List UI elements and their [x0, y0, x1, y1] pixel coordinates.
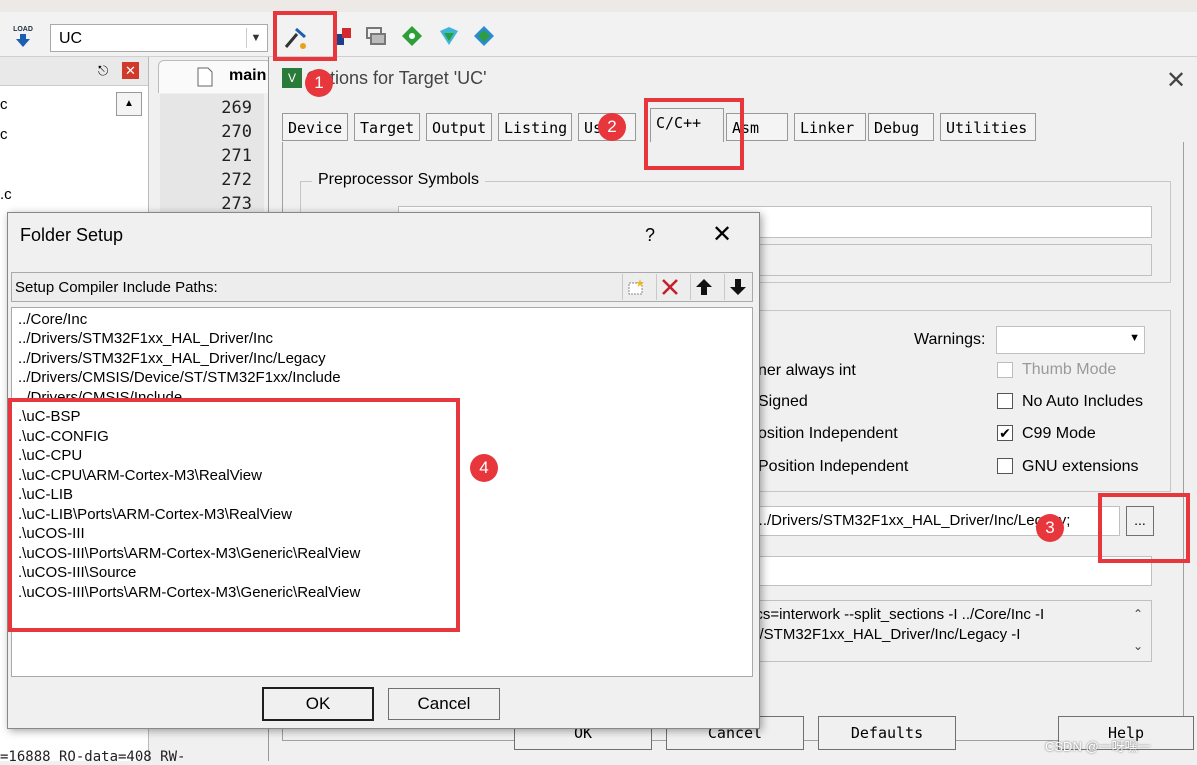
- project-item[interactable]: c: [0, 126, 8, 143]
- project-item[interactable]: c: [0, 96, 8, 113]
- compiler-control-string: pcs=interwork --split_sections -I ../Cor…: [742, 600, 1152, 662]
- target-select-value: UC: [59, 30, 83, 47]
- chevron-down-icon[interactable]: ▼: [246, 28, 265, 48]
- c99-mode-label: C99 Mode: [1022, 425, 1096, 442]
- file-extensions-icon[interactable]: [364, 24, 388, 48]
- annotation-badge-1: 1: [305, 69, 333, 97]
- scroll-up-icon[interactable]: ⌃: [1133, 607, 1143, 621]
- annotation-box-2: [644, 98, 744, 170]
- load-label: LOAD: [13, 25, 33, 33]
- include-paths-value: c;../Drivers/STM32F1xx_HAL_Driver/Inc/Le…: [747, 512, 1071, 529]
- target-select[interactable]: UC ▼: [50, 24, 268, 52]
- close-icon[interactable]: ✕: [122, 62, 139, 79]
- tab-target[interactable]: Target: [354, 113, 420, 141]
- check-label: ner always int: [758, 362, 856, 379]
- tab-listing[interactable]: Listing: [498, 113, 572, 141]
- thumb-mode-label: Thumb Mode: [1022, 361, 1117, 378]
- gnu-extensions-label: GNU extensions: [1022, 458, 1139, 475]
- load-icon[interactable]: LOAD: [8, 22, 38, 52]
- scroll-down-icon[interactable]: ⌄: [1133, 639, 1143, 653]
- no-auto-includes-label: No Auto Includes: [1022, 393, 1143, 410]
- list-item[interactable]: ../Core/Inc: [18, 311, 87, 328]
- file-icon: [197, 67, 213, 87]
- compiler-string-line: rs/STM32F1xx_HAL_Driver/Inc/Legacy -I: [747, 626, 1021, 643]
- paths-list-label: Setup Compiler Include Paths:: [15, 279, 218, 296]
- annotation-box-4: [8, 398, 460, 632]
- compiler-string-line: pcs=interwork --split_sections -I ../Cor…: [747, 606, 1045, 623]
- misc-controls-field[interactable]: [742, 556, 1152, 586]
- tab-output[interactable]: Output: [426, 113, 492, 141]
- line-number: 271: [221, 146, 252, 166]
- pin-icon[interactable]: ⎋: [98, 63, 108, 79]
- warnings-label: Warnings:: [914, 331, 986, 348]
- warnings-select[interactable]: ▼: [996, 326, 1145, 354]
- list-item[interactable]: ../Drivers/STM32F1xx_HAL_Driver/Inc/Lega…: [18, 350, 326, 367]
- options-defaults-button[interactable]: Defaults: [818, 716, 956, 750]
- close-icon[interactable]: ✕: [712, 220, 732, 249]
- move-up-icon[interactable]: [690, 274, 717, 300]
- check-label: Signed: [758, 393, 808, 410]
- folder-setup-title: Folder Setup: [20, 225, 124, 245]
- tab-debug[interactable]: Debug: [868, 113, 934, 141]
- line-number-gutter: 269 270 271 272 273: [160, 94, 264, 224]
- gnu-extensions-checkbox[interactable]: [997, 458, 1013, 474]
- editor-tab[interactable]: main: [158, 60, 272, 93]
- thumb-mode-checkbox[interactable]: [997, 362, 1013, 378]
- line-number: 269: [221, 98, 252, 118]
- editor-tab-label: main: [229, 67, 267, 84]
- check-label: Position Independent: [758, 458, 909, 475]
- help-button[interactable]: ?: [645, 225, 655, 246]
- pack-installer-icon[interactable]: [437, 24, 461, 48]
- line-number: 270: [221, 122, 252, 142]
- check-label: osition Independent: [758, 425, 898, 442]
- run-icon[interactable]: [400, 24, 424, 48]
- annotation-badge-2: 2: [598, 113, 626, 141]
- folder-cancel-button[interactable]: Cancel: [388, 688, 500, 720]
- annotation-badge-3: 3: [1036, 514, 1064, 542]
- options-dialog-title: Options for Target 'UC': [306, 68, 487, 88]
- delete-icon[interactable]: [656, 274, 683, 300]
- folder-ok-button[interactable]: OK: [262, 687, 374, 721]
- line-number: 272: [221, 170, 252, 190]
- annotation-badge-4: 4: [470, 454, 498, 482]
- list-item[interactable]: ../Drivers/STM32F1xx_HAL_Driver/Inc: [18, 330, 273, 347]
- project-scroll-up[interactable]: ▲: [116, 92, 142, 116]
- tab-device[interactable]: Device: [282, 113, 348, 141]
- build-output-line: =16888 RO-data=408 RW-: [0, 749, 186, 765]
- tab-utilities[interactable]: Utilities: [940, 113, 1036, 141]
- new-folder-icon[interactable]: [622, 274, 649, 300]
- preprocessor-group-title: Preprocessor Symbols: [312, 171, 485, 189]
- watermark: CSDN @一呀嘿一: [1045, 739, 1151, 754]
- project-item[interactable]: .c: [0, 186, 12, 203]
- no-auto-includes-checkbox[interactable]: [997, 393, 1013, 409]
- tab-linker[interactable]: Linker: [794, 113, 866, 141]
- close-icon[interactable]: ✕: [1166, 66, 1186, 95]
- chevron-down-icon[interactable]: ▼: [1129, 332, 1140, 344]
- c99-mode-checkbox[interactable]: ✔: [997, 425, 1013, 441]
- move-down-icon[interactable]: [724, 274, 751, 300]
- list-item[interactable]: ../Drivers/CMSIS/Device/ST/STM32F1xx/Inc…: [18, 369, 341, 386]
- annotation-box-1: [273, 11, 337, 61]
- uvision-icon: V: [282, 68, 302, 88]
- line-number: 273: [221, 194, 252, 214]
- annotation-box-3: [1098, 493, 1190, 563]
- select-software-packs-icon[interactable]: [472, 24, 496, 48]
